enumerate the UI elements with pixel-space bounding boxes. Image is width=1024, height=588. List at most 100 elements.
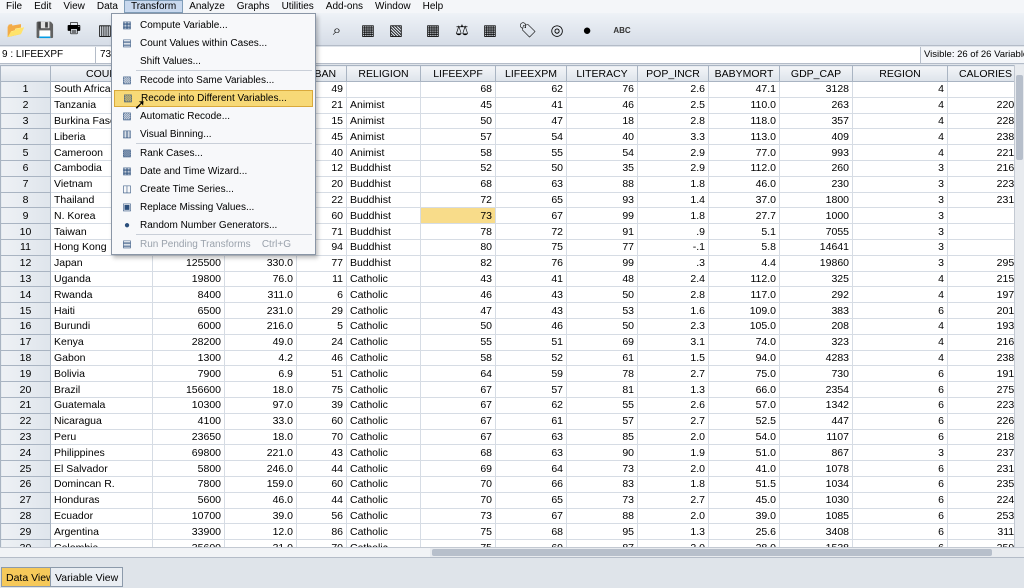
horizontal-scrollbar[interactable] [0,547,1024,557]
cell-religion[interactable]: Buddhist [346,159,421,177]
cell-populat[interactable]: 10300 [152,396,225,414]
row-number[interactable]: 8 [0,191,51,209]
cell-babymort[interactable]: 46.0 [708,175,780,193]
cell-religion[interactable]: Catholic [346,412,421,430]
cell-lifeexpf[interactable]: 73 [420,207,496,225]
row-number[interactable]: 19 [0,365,51,383]
cell-religion[interactable]: Catholic [346,270,421,288]
cell-lifeexpf[interactable]: 80 [420,238,496,256]
cell-religion[interactable]: Buddhist [346,191,421,209]
cell-pop-incr[interactable]: 2.9 [637,144,709,161]
cell-religion[interactable]: Catholic [346,428,421,446]
menu-view[interactable]: View [57,0,91,13]
cell-gdp-cap[interactable]: 7055 [779,223,853,240]
cell-babymort[interactable]: 54.0 [708,428,780,446]
cell-calories[interactable]: 2317 [947,460,1014,477]
cell-urban[interactable]: 56 [296,507,347,525]
row-number[interactable]: 25 [0,460,51,477]
cell-literacy[interactable]: 95 [566,523,638,541]
cell-literacy[interactable]: 88 [566,507,638,525]
cell-babymort[interactable]: 112.0 [708,159,780,177]
cell-literacy[interactable]: 76 [566,81,638,98]
cell-gdp-cap[interactable]: 19860 [779,254,853,272]
cell-populat[interactable]: 28200 [152,333,225,351]
cell-populat[interactable]: 69800 [152,444,225,462]
find-icon[interactable]: ⌕ [325,18,349,42]
cell-pop-incr[interactable]: 2.6 [637,396,709,414]
cell-lifeexpf[interactable]: 46 [420,286,496,304]
cell-pop-incr[interactable]: 2.0 [637,539,709,547]
cell-urban[interactable]: 86 [296,523,347,541]
row-number[interactable]: 14 [0,286,51,304]
cell-region[interactable]: 4 [852,286,948,304]
column-header-lifeexpm[interactable]: LIFEEXPM [495,65,567,82]
cell-lifeexpf[interactable]: 82 [420,254,496,272]
cell-literacy[interactable]: 50 [566,286,638,304]
cell-country[interactable]: Rwanda [50,286,153,304]
cell-populat[interactable]: 23650 [152,428,225,446]
cell-lifeexpf[interactable]: 70 [420,475,496,493]
cell-lifeexpf[interactable]: 67 [420,412,496,430]
cell-gdp-cap[interactable]: 3128 [779,81,853,98]
cell-pop-incr[interactable]: 1.8 [637,175,709,193]
cell-urban[interactable]: 24 [296,333,347,351]
cell-density[interactable]: 246.0 [224,460,297,477]
cell-calories[interactable]: 2956 [947,254,1014,272]
cell-lifeexpm[interactable]: 66 [495,475,567,493]
cell-religion[interactable]: Animist [346,144,421,161]
cell-pop-incr[interactable]: 2.5 [637,96,709,114]
cell-religion[interactable]: Catholic [346,460,421,477]
cell-lifeexpm[interactable]: 65 [495,191,567,209]
cell-lifeexpf[interactable]: 67 [420,381,496,398]
cell-babymort[interactable]: 28.0 [708,539,780,547]
cell-region[interactable]: 6 [852,396,948,414]
cell-gdp-cap[interactable]: 1000 [779,207,853,225]
cell-lifeexpf[interactable]: 75 [420,523,496,541]
cell-literacy[interactable]: 40 [566,128,638,146]
cell-calories[interactable]: 2153 [947,270,1014,288]
cell-religion[interactable]: Catholic [346,286,421,304]
cell-calories[interactable]: 2013 [947,302,1014,319]
cell-literacy[interactable]: 73 [566,491,638,509]
cell-lifeexpm[interactable]: 61 [495,412,567,430]
row-number[interactable]: 27 [0,491,51,509]
cell-lifeexpf[interactable]: 78 [420,223,496,240]
cell-lifeexpm[interactable]: 54 [495,128,567,146]
cell-religion[interactable]: Catholic [346,333,421,351]
menu-file[interactable]: File [0,0,28,13]
cell-lifeexpf[interactable]: 55 [420,333,496,351]
cell-lifeexpm[interactable]: 67 [495,507,567,525]
cell-country[interactable]: Uganda [50,270,153,288]
row-number[interactable]: 1 [0,81,51,98]
cell-density[interactable]: 18.0 [224,381,297,398]
open-icon[interactable]: 📂 [4,18,28,42]
cell-literacy[interactable]: 88 [566,175,638,193]
cell-pop-incr[interactable]: 1.8 [637,475,709,493]
column-header-religion[interactable]: RELIGION [346,65,421,82]
row-number[interactable]: 23 [0,428,51,446]
cell-calories[interactable]: 3113 [947,523,1014,541]
cell-region[interactable]: 3 [852,238,948,256]
cell-pop-incr[interactable]: 1.8 [637,207,709,225]
cell-calories[interactable]: 2531 [947,507,1014,525]
cell-gdp-cap[interactable]: 1538 [779,539,853,547]
column-header-region[interactable]: REGION [852,65,948,82]
cell-region[interactable]: 6 [852,302,948,319]
cell-urban[interactable]: 43 [296,444,347,462]
cell-pop-incr[interactable]: 1.3 [637,381,709,398]
row-number[interactable]: 22 [0,412,51,430]
cell-literacy[interactable]: 35 [566,159,638,177]
cell-urban[interactable]: 46 [296,349,347,367]
save-icon[interactable]: 💾 [33,18,57,42]
cell-density[interactable]: 31.0 [224,539,297,547]
cell-religion[interactable]: Buddhist [346,254,421,272]
cell-lifeexpf[interactable]: 68 [420,81,496,98]
cell-lifeexpf[interactable]: 67 [420,428,496,446]
cell-calories[interactable]: 2235 [947,396,1014,414]
cell-religion[interactable]: Catholic [346,507,421,525]
cell-gdp-cap[interactable]: 325 [779,270,853,288]
cell-lifeexpf[interactable]: 57 [420,128,496,146]
cell-gdp-cap[interactable]: 260 [779,159,853,177]
cell-country[interactable]: Peru [50,428,153,446]
cell-density[interactable]: 221.0 [224,444,297,462]
